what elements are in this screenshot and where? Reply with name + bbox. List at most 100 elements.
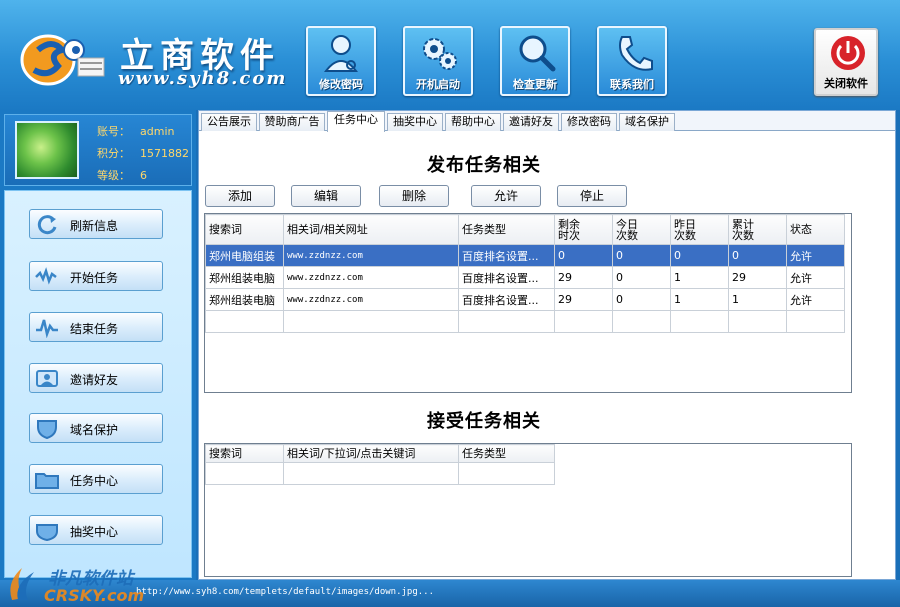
table-row-empty	[205, 462, 555, 485]
cell-total: 1	[728, 288, 787, 311]
edit-button[interactable]: 编辑	[291, 185, 361, 207]
tab-help-center[interactable]: 帮助中心	[445, 113, 501, 131]
sidebar-item-start-task[interactable]: 开始任务	[29, 261, 163, 291]
cell-yesterday: 0	[670, 244, 729, 267]
receive-task-table[interactable]: 搜索词 相关词/下拉词/点击关键词 任务类型	[204, 443, 852, 577]
points-value: 1571882	[140, 147, 189, 160]
cell-keyword: 郑州电脑组装	[205, 244, 284, 267]
sidebar-nav: 刷新信息 开始任务 结束任务 邀请好友 域名保护 任务中心 抽奖中心	[4, 190, 192, 578]
cell-url: www.zzdnzz.com	[283, 288, 459, 311]
tab-domain-protect[interactable]: 域名保护	[619, 113, 675, 131]
column-header[interactable]: 搜索词	[205, 214, 284, 245]
tab-sponsor-ads[interactable]: 赞助商广告	[259, 113, 325, 131]
column-header[interactable]: 任务类型	[458, 214, 555, 245]
sidebar-item-domain-protect[interactable]: 域名保护	[29, 413, 163, 443]
contact-us-button[interactable]: 联系我们	[597, 26, 667, 96]
sidebar-item-refresh[interactable]: 刷新信息	[29, 209, 163, 239]
tab-announcements[interactable]: 公告展示	[201, 113, 257, 131]
sidebar-item-label: 域名保护	[70, 423, 119, 437]
cell-yesterday: 1	[670, 288, 729, 311]
cell-today: 0	[612, 288, 671, 311]
column-header[interactable]: 相关词/下拉词/点击关键词	[283, 444, 459, 463]
profile-panel: 账号： admin 积分： 1571882 等级： 6	[4, 114, 192, 186]
logo-icon	[20, 34, 105, 86]
table-row-empty	[205, 310, 845, 333]
sidebar-item-label: 邀请好友	[70, 373, 119, 387]
level-value: 6	[140, 169, 147, 182]
sidebar-item-label: 结束任务	[70, 322, 119, 336]
column-header[interactable]: 状态	[786, 214, 845, 245]
sidebar-item-invite[interactable]: 邀请好友	[29, 363, 163, 393]
column-header[interactable]: 剩余 时次	[554, 214, 613, 245]
tab-bar: 公告展示 赞助商广告 任务中心 抽奖中心 帮助中心 邀请好友 修改密码 域名保护	[199, 111, 895, 132]
refresh-icon	[37, 215, 57, 235]
level-label: 等级：	[97, 169, 130, 182]
cell-remaining: 0	[554, 244, 613, 267]
magnifier-icon	[519, 35, 556, 72]
column-header[interactable]: 搜索词	[205, 444, 284, 463]
cell-keyword: 郑州组装电脑	[205, 288, 284, 311]
cell-keyword: 郑州组装电脑	[205, 266, 284, 289]
column-header[interactable]: 累计 次数	[728, 214, 787, 245]
check-update-label: 检查更新	[513, 78, 557, 91]
close-app-label: 关闭软件	[824, 77, 868, 90]
column-header[interactable]: 昨日 次数	[670, 214, 729, 245]
lottery-icon	[36, 524, 58, 541]
account-row: 账号： admin	[97, 123, 174, 139]
shield-icon	[37, 420, 57, 439]
table-row[interactable]: 郑州组装电脑 www.zzdnzz.com 百度排名设置... 29 0 1 2…	[205, 266, 845, 289]
add-button[interactable]: 添加	[205, 185, 275, 207]
publish-task-table[interactable]: 搜索词 相关词/相关网址 任务类型 剩余 时次 今日 次数 昨日 次数 累计 次…	[204, 213, 852, 393]
points-label: 积分：	[97, 147, 130, 160]
change-password-button[interactable]: 修改密码	[306, 26, 376, 96]
brand-url: www.syh8.com	[118, 68, 288, 89]
avatar	[15, 121, 79, 179]
table-row[interactable]: 郑州电脑组装 www.zzdnzz.com 百度排名设置... 0 0 0 0 …	[205, 244, 845, 267]
column-header[interactable]: 相关词/相关网址	[283, 214, 459, 245]
watermark-en: CRSKY.com	[44, 586, 145, 605]
change-password-label: 修改密码	[319, 78, 363, 91]
sidebar-item-task-center[interactable]: 任务中心	[29, 464, 163, 494]
cell-remaining: 29	[554, 288, 613, 311]
sidebar-item-end-task[interactable]: 结束任务	[29, 312, 163, 342]
invite-icon	[36, 370, 58, 387]
tab-task-center[interactable]: 任务中心	[327, 111, 385, 132]
cell-status: 允许	[786, 288, 845, 311]
column-header[interactable]: 任务类型	[458, 444, 555, 463]
end-task-icon	[36, 319, 58, 338]
sidebar-item-label: 开始任务	[70, 271, 119, 285]
cell-status: 允许	[786, 244, 845, 267]
sidebar-item-label: 刷新信息	[70, 219, 119, 233]
sidebar-item-lottery[interactable]: 抽奖中心	[29, 515, 163, 545]
stop-button[interactable]: 停止	[557, 185, 627, 207]
delete-button[interactable]: 删除	[379, 185, 449, 207]
allow-button[interactable]: 允许	[471, 185, 541, 207]
table-header: 搜索词 相关词/下拉词/点击关键词 任务类型	[205, 444, 555, 463]
cell-remaining: 29	[554, 266, 613, 289]
autostart-button[interactable]: 开机启动	[403, 26, 473, 96]
table-row[interactable]: 郑州组装电脑 www.zzdnzz.com 百度排名设置... 29 0 1 1…	[205, 288, 845, 311]
check-update-button[interactable]: 检查更新	[500, 26, 570, 96]
cell-today: 0	[612, 244, 671, 267]
close-app-button[interactable]: 关闭软件	[814, 28, 878, 96]
tab-lottery-center[interactable]: 抽奖中心	[387, 113, 443, 131]
phone-icon	[619, 36, 653, 71]
status-text: http://www.syh8.com/templets/default/ima…	[136, 587, 435, 597]
gears-icon	[423, 38, 457, 70]
folder-icon	[35, 473, 59, 489]
contact-us-label: 联系我们	[610, 78, 654, 91]
user-key-icon	[323, 35, 359, 72]
points-row: 积分： 1571882	[97, 145, 189, 161]
sidebar-item-label: 抽奖中心	[70, 525, 119, 539]
level-row: 等级： 6	[97, 167, 147, 183]
cell-url: www.zzdnzz.com	[283, 244, 459, 267]
tab-invite-friends[interactable]: 邀请好友	[503, 113, 559, 131]
cell-total: 29	[728, 266, 787, 289]
table-header: 搜索词 相关词/相关网址 任务类型 剩余 时次 今日 次数 昨日 次数 累计 次…	[205, 214, 845, 245]
tab-change-password[interactable]: 修改密码	[561, 113, 617, 131]
autostart-label: 开机启动	[416, 78, 460, 91]
main-content: 公告展示 赞助商广告 任务中心 抽奖中心 帮助中心 邀请好友 修改密码 域名保护…	[198, 110, 896, 580]
power-icon	[831, 36, 865, 70]
account-label: 账号：	[97, 125, 130, 138]
column-header[interactable]: 今日 次数	[612, 214, 671, 245]
